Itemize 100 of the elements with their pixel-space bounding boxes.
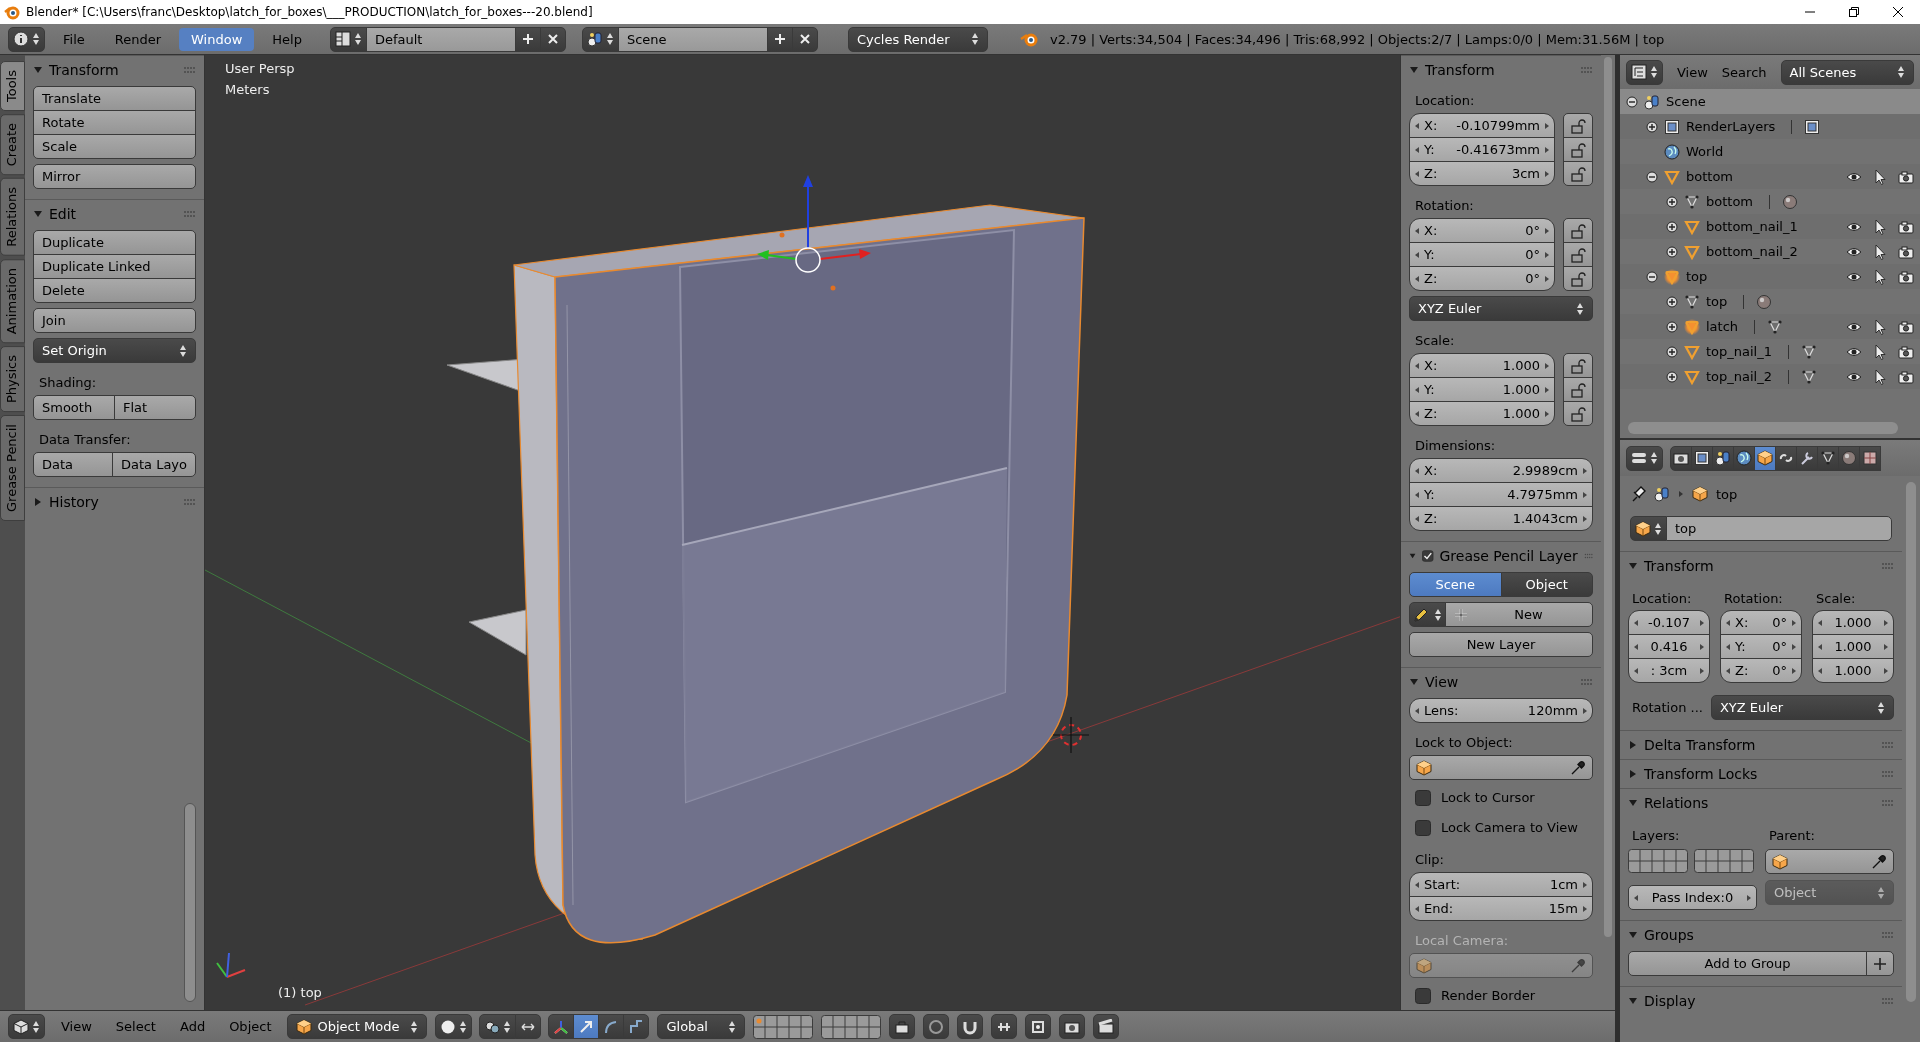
number-field[interactable]: Z: 0°	[1720, 658, 1802, 683]
cursor-icon[interactable]	[1872, 318, 1888, 335]
number-field[interactable]: : 3cm	[1628, 658, 1710, 683]
tool-button[interactable]: Rotate	[33, 110, 196, 135]
lock-toggle-button[interactable]	[1563, 401, 1593, 426]
context-tab[interactable]	[1817, 445, 1839, 471]
side-tab[interactable]: Grease Pencil	[0, 415, 25, 522]
add-button[interactable]	[514, 26, 541, 52]
tool-button[interactable]: Duplicate	[33, 230, 196, 255]
menu-item[interactable]: File	[51, 27, 97, 51]
menu-item[interactable]: Help	[260, 27, 314, 51]
collapse-triangle-icon[interactable]	[1628, 996, 1638, 1006]
toolbar-button[interactable]	[889, 1014, 916, 1039]
scrollbar[interactable]	[1628, 422, 1898, 434]
toolbar-button[interactable]	[1025, 1014, 1052, 1039]
manipulator-toggle[interactable]	[573, 1014, 600, 1039]
tool-button[interactable]: Translate	[33, 86, 196, 111]
outliner-item[interactable]: bottom_nail_2	[1706, 244, 1798, 259]
camera-icon[interactable]	[1898, 218, 1914, 235]
pivot-dropdown[interactable]	[479, 1014, 517, 1039]
collapse-triangle-icon[interactable]	[33, 65, 43, 75]
drag-handle-icon[interactable]	[1881, 741, 1894, 749]
lock-toggle-button[interactable]	[1563, 113, 1593, 138]
menu-item[interactable]: Window	[179, 27, 255, 51]
mode-dropdown[interactable]: Object Mode	[287, 1014, 428, 1039]
collapse-triangle-icon[interactable]	[1409, 551, 1417, 561]
expand-icon[interactable]	[1666, 370, 1678, 383]
checkbox-label[interactable]: Render Border	[1441, 988, 1535, 1003]
outliner-item[interactable]: latch	[1706, 319, 1739, 334]
number-field[interactable]: X: -0.10799mm	[1409, 113, 1555, 138]
outliner-item[interactable]: RenderLayers	[1686, 119, 1776, 134]
expand-icon[interactable]	[1646, 120, 1658, 133]
collapse-icon[interactable]	[1646, 170, 1658, 183]
expand-icon[interactable]	[1666, 345, 1678, 358]
menu-item[interactable]: Search	[1721, 64, 1767, 80]
context-tab[interactable]	[1712, 445, 1734, 471]
drag-handle-icon[interactable]	[183, 66, 196, 74]
collapse-triangle-icon[interactable]	[1409, 65, 1419, 75]
menu-item[interactable]: View	[1677, 64, 1708, 80]
tool-button[interactable]: Smooth	[33, 395, 115, 420]
menu-item[interactable]: Select	[107, 1019, 164, 1034]
number-field[interactable]: X: 0°	[1409, 218, 1555, 243]
delete-button[interactable]	[539, 26, 566, 52]
number-field[interactable]: Z: 1.000	[1409, 401, 1555, 426]
add-button[interactable]	[766, 26, 793, 52]
expand-icon[interactable]	[1666, 295, 1678, 308]
screen-layout-field[interactable]: Default	[365, 26, 516, 52]
context-tab[interactable]	[1691, 445, 1713, 471]
checkbox[interactable]	[1415, 819, 1431, 836]
number-field[interactable]: Z: 3cm	[1409, 161, 1555, 186]
expand-icon[interactable]	[1666, 245, 1678, 258]
pin-icon[interactable]	[1630, 486, 1646, 502]
number-field[interactable]: Start: 1cm	[1409, 872, 1593, 897]
collapse-triangle-icon[interactable]	[1409, 677, 1419, 687]
scrollbar[interactable]	[1906, 482, 1916, 1002]
scrollbar[interactable]	[184, 803, 196, 1002]
restore-icon[interactable]	[1848, 6, 1860, 18]
collapse-triangle-icon[interactable]	[1628, 561, 1638, 571]
checkbox[interactable]	[1415, 789, 1431, 806]
outliner-item[interactable]: World	[1686, 144, 1724, 159]
menu-item[interactable]: Add	[171, 1019, 214, 1034]
camera-icon[interactable]	[1898, 318, 1914, 335]
checkbox-label[interactable]: Lock to Cursor	[1441, 790, 1535, 805]
editor-type-button[interactable]	[1626, 59, 1663, 85]
number-field[interactable]: Y: 4.7975mm	[1409, 482, 1593, 507]
material-icon[interactable]	[1782, 193, 1799, 210]
tool-button[interactable]: Data Layo	[111, 452, 196, 477]
drag-handle-icon[interactable]	[1580, 678, 1593, 686]
orientation-dropdown[interactable]: Global	[657, 1014, 746, 1039]
lock-toggle-button[interactable]	[1563, 242, 1593, 267]
layer-grid-icon[interactable]	[753, 1014, 814, 1039]
lock-toggle-button[interactable]	[1563, 377, 1593, 402]
checkbox[interactable]	[1422, 548, 1434, 564]
number-field[interactable]: X: 2.9989cm	[1409, 458, 1593, 483]
panel-title[interactable]: Transform	[1644, 558, 1875, 574]
camera-icon[interactable]	[1898, 368, 1914, 385]
menu-item[interactable]: Object	[221, 1019, 280, 1034]
toolbar-button[interactable]	[957, 1014, 984, 1039]
manipulator-toggle[interactable]	[598, 1014, 625, 1039]
expand-icon[interactable]	[1666, 320, 1678, 333]
drag-handle-icon[interactable]	[1881, 562, 1894, 570]
add-to-group-button[interactable]: Add to Group	[1628, 951, 1867, 976]
dropdown[interactable]: XYZ Euler	[1409, 296, 1593, 321]
drag-handle-icon[interactable]	[1881, 931, 1894, 939]
collapse-triangle-icon[interactable]	[1628, 798, 1638, 808]
side-tab[interactable]: Relations	[0, 178, 25, 256]
cursor-icon[interactable]	[1872, 268, 1888, 285]
drag-handle-icon[interactable]	[183, 210, 196, 218]
display-mode-dropdown[interactable]: All Scenes	[1780, 59, 1914, 85]
mesh-data-icon[interactable]	[1767, 318, 1784, 335]
context-tab[interactable]	[1859, 445, 1881, 471]
number-field[interactable]: Z: 1.4043cm	[1409, 506, 1593, 531]
mesh-data-icon[interactable]	[1801, 368, 1817, 385]
rotation-mode-dropdown[interactable]: XYZ Euler	[1710, 695, 1894, 720]
tool-button[interactable]: Duplicate Linked	[33, 254, 196, 279]
layer-grid-icon[interactable]	[1628, 849, 1688, 873]
outliner-item[interactable]: top	[1686, 269, 1708, 284]
collapse-triangle-icon[interactable]	[33, 209, 43, 219]
add-button[interactable]	[1866, 951, 1894, 976]
number-field[interactable]: Pass Index:0	[1628, 885, 1757, 910]
